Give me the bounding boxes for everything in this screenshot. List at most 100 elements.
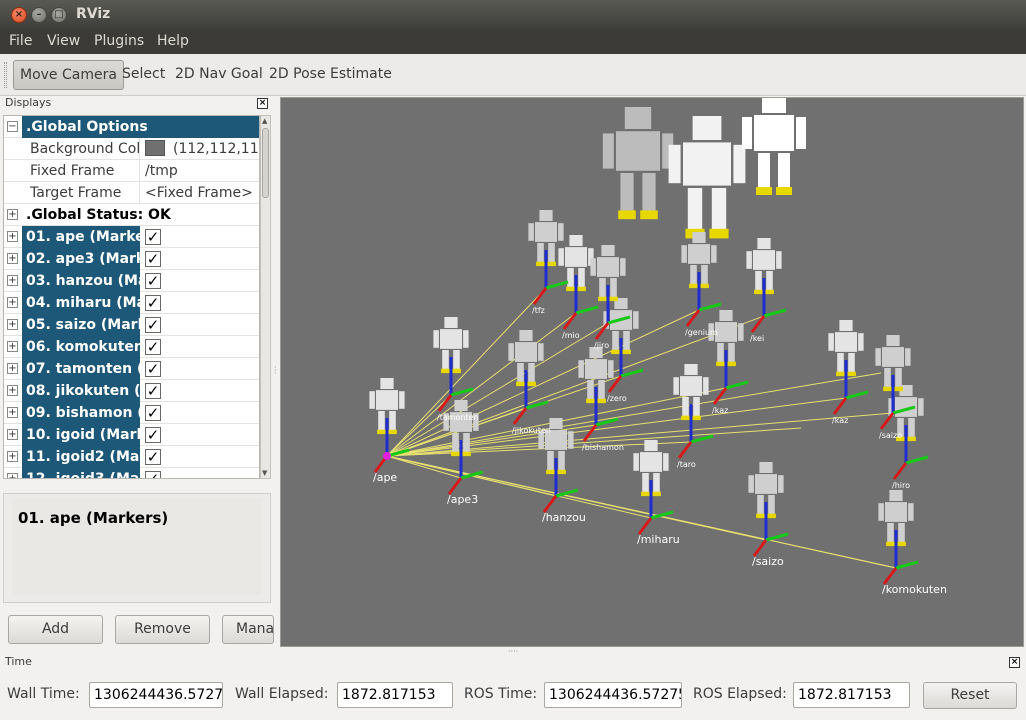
window-minimize-button[interactable]: –	[31, 7, 47, 23]
display-item-row[interactable]: +09. bishamon (Markers) ✓	[4, 402, 259, 424]
enabled-checkbox[interactable]: ✓	[145, 471, 161, 478]
tool-2d-pose-estimate[interactable]: 2D Pose Estimate	[263, 60, 398, 90]
prop-row-fixed-frame[interactable]: Fixed Frame /tmp	[4, 160, 259, 182]
tree-row-global-options[interactable]: − .Global Options	[4, 116, 259, 138]
robot-leg	[389, 411, 396, 431]
robot-foot	[536, 261, 545, 267]
display-item-row[interactable]: +03. hanzou (Markers) ✓	[4, 270, 259, 292]
expand-icon[interactable]: +	[7, 385, 18, 396]
display-item-row[interactable]: +07. tamonten (Markers) ✓	[4, 358, 259, 380]
3d-scene[interactable]: /ape/ape3/hanzou/miharu/saizo/komokuten /…	[281, 98, 1024, 647]
display-item-row[interactable]: +11. igoid2 (Markers) ✓	[4, 446, 259, 468]
displays-tree[interactable]: − .Global Options Background Color (112,…	[3, 115, 260, 479]
checkmark-icon: ✓	[146, 294, 160, 312]
robot-leg	[528, 363, 535, 383]
expand-icon[interactable]: +	[7, 407, 18, 418]
time-close-button[interactable]: ×	[1009, 657, 1020, 668]
enabled-checkbox[interactable]: ✓	[145, 449, 161, 465]
enabled-checkbox[interactable]: ✓	[145, 251, 161, 267]
display-item-row[interactable]: +04. miharu (Markers) ✓	[4, 292, 259, 314]
toolbar-grip[interactable]	[4, 62, 7, 88]
tool-move-camera[interactable]: Move Camera	[13, 60, 124, 90]
reset-button[interactable]: Reset	[923, 682, 1017, 709]
enabled-checkbox[interactable]: ✓	[145, 427, 161, 443]
ros-elapsed-field[interactable]: 1872.817153	[793, 682, 910, 708]
robot-head	[839, 320, 853, 331]
robot-leg	[610, 278, 617, 298]
robot-arm	[875, 348, 881, 366]
target-frame-value[interactable]: <Fixed Frame>	[141, 182, 259, 204]
scroll-up-icon[interactable]: ▲	[262, 117, 267, 125]
menu-plugins[interactable]: Plugins	[94, 33, 144, 49]
collapse-icon[interactable]: −	[7, 121, 18, 132]
manage-button[interactable]: Manage	[222, 615, 274, 644]
enabled-checkbox[interactable]: ✓	[145, 361, 161, 377]
robot-leg	[623, 331, 630, 351]
display-item-row[interactable]: +06. komokuten (Markers) ✓	[4, 336, 259, 358]
expand-icon[interactable]: +	[7, 363, 18, 374]
expand-icon[interactable]: +	[7, 451, 18, 462]
time-panel-title: Time	[5, 655, 32, 668]
prop-row-background-color[interactable]: Background Color (112,112,112)	[4, 138, 259, 160]
display-item-row[interactable]: +10. igoid (Markers) ✓	[4, 424, 259, 446]
enabled-checkbox[interactable]: ✓	[145, 229, 161, 245]
enabled-checkbox[interactable]: ✓	[145, 383, 161, 399]
display-item-row[interactable]: +12. igoid3 (Markers) ✓	[4, 468, 259, 478]
splitter-handle[interactable]: · · ·	[274, 364, 277, 378]
expand-icon[interactable]: +	[7, 341, 18, 352]
menu-view[interactable]: View	[47, 33, 80, 49]
robot-head	[519, 330, 533, 341]
expand-icon[interactable]: +	[7, 253, 18, 264]
tree-scrollbar[interactable]: ▲ ▼	[260, 115, 271, 479]
title-bar: × – □ RViz	[0, 0, 1026, 30]
expand-icon[interactable]: +	[7, 209, 18, 220]
toolbar: Move Camera Select 2D Nav Goal 2D Pose E…	[0, 54, 1026, 96]
ros-time-field[interactable]: 1306244436.572753	[544, 682, 682, 708]
tool-2d-nav-goal[interactable]: 2D Nav Goal	[169, 60, 269, 90]
window-close-button[interactable]: ×	[11, 7, 27, 23]
add-button[interactable]: Add	[8, 615, 103, 644]
displays-close-button[interactable]: ×	[257, 98, 268, 109]
robot-body	[753, 250, 775, 270]
expand-icon[interactable]: +	[7, 275, 18, 286]
expand-icon[interactable]: +	[7, 473, 18, 478]
expand-icon[interactable]: +	[7, 297, 18, 308]
display-item-label: 07. tamonten (Markers)	[22, 358, 140, 380]
render-viewport[interactable]: /ape/ape3/hanzou/miharu/saizo/komokuten /…	[280, 97, 1024, 647]
enabled-checkbox[interactable]: ✓	[145, 295, 161, 311]
tool-select[interactable]: Select	[116, 60, 171, 90]
display-item-row[interactable]: +08. jikokuten (Markers) ✓	[4, 380, 259, 402]
enabled-checkbox[interactable]: ✓	[145, 405, 161, 421]
robot-leg	[463, 433, 470, 453]
wall-time-field[interactable]: 1306244436.572757	[89, 682, 223, 708]
expand-icon[interactable]: +	[7, 429, 18, 440]
robot-leg	[837, 353, 844, 373]
axis-x	[532, 287, 548, 305]
prop-value[interactable]: (112,112,112)	[141, 138, 259, 160]
scroll-down-icon[interactable]: ▼	[262, 469, 267, 477]
menu-file[interactable]: File	[9, 33, 32, 49]
color-swatch[interactable]	[145, 140, 165, 156]
display-item-row[interactable]: +01. ape (Markers) ✓	[4, 226, 259, 248]
remove-button[interactable]: Remove	[115, 615, 210, 644]
menu-help[interactable]: Help	[157, 33, 189, 49]
enabled-checkbox[interactable]: ✓	[145, 273, 161, 289]
enabled-checkbox[interactable]: ✓	[145, 317, 161, 333]
frame-label: /bishamon	[582, 443, 624, 452]
expand-icon[interactable]: +	[7, 231, 18, 242]
expand-icon[interactable]: +	[7, 319, 18, 330]
window-maximize-button[interactable]: □	[51, 7, 67, 23]
display-item-label: 11. igoid2 (Markers)	[22, 446, 140, 468]
robot-arm	[748, 475, 754, 493]
tree-row-global-status[interactable]: + .Global Status: OK	[4, 204, 259, 226]
robot-arm	[778, 475, 784, 493]
fixed-frame-value[interactable]: /tmp	[141, 160, 259, 182]
prop-row-target-frame[interactable]: Target Frame <Fixed Frame>	[4, 182, 259, 204]
enabled-checkbox[interactable]: ✓	[145, 339, 161, 355]
robot-foot	[618, 210, 636, 220]
scrollbar-thumb[interactable]	[262, 128, 269, 198]
display-item-row[interactable]: +02. ape3 (Markers) ✓	[4, 248, 259, 270]
frame-label: /saizo	[752, 555, 784, 568]
wall-elapsed-field[interactable]: 1872.817153	[337, 682, 453, 708]
display-item-row[interactable]: +05. saizo (Markers) ✓	[4, 314, 259, 336]
